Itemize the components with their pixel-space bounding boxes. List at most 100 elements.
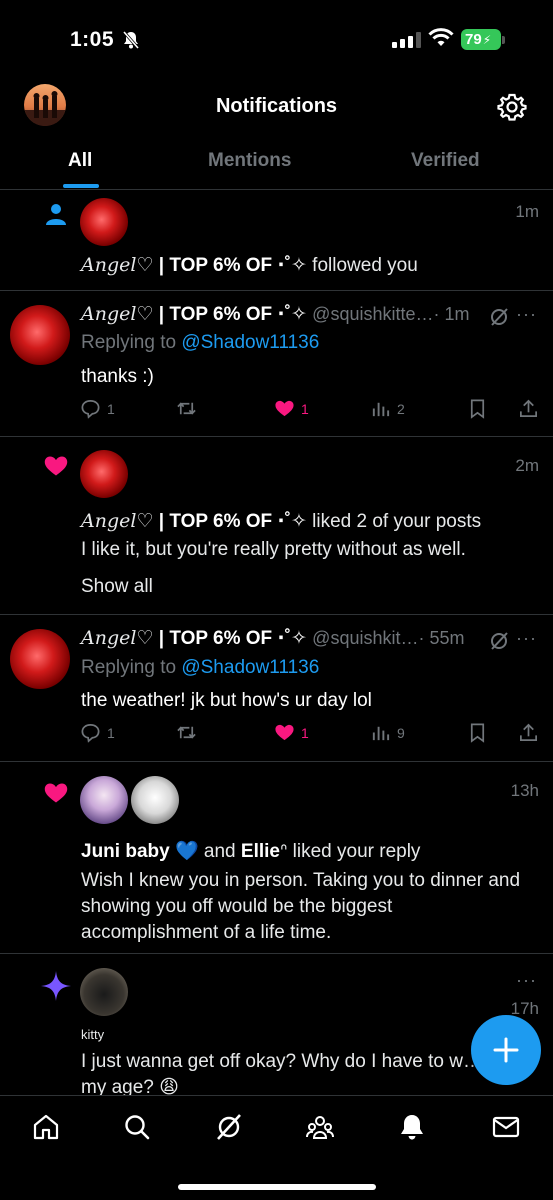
bookmark-icon [470, 723, 485, 743]
heart-icon [44, 783, 68, 803]
user-name[interactable]: Angel♡ [81, 510, 153, 532]
user-name[interactable]: Ellie [241, 841, 280, 862]
tab-all[interactable]: All [68, 150, 92, 172]
grok-icon[interactable] [488, 630, 510, 652]
heart-icon [44, 456, 68, 476]
share-icon [520, 723, 537, 741]
communities-icon[interactable] [305, 1112, 335, 1142]
user-name[interactable]: Angel♡ [81, 254, 153, 276]
more-options-icon[interactable]: ··· [516, 304, 537, 325]
replying-prefix: Replying to [81, 657, 182, 678]
bookmark-button[interactable] [467, 398, 488, 419]
bell-slash-icon [122, 31, 140, 49]
notification-reply[interactable]: Angel♡ | TOP 6% OF ⋅˚✧ @squishkitte…· 1m… [0, 291, 553, 437]
post-actions: 1 1 2 [80, 398, 540, 422]
user-name[interactable]: kitty [81, 1027, 104, 1042]
gear-icon[interactable] [497, 92, 527, 122]
notification-like[interactable]: 2m Angel♡ | TOP 6% OF ⋅˚✧ liked 2 of you… [0, 437, 553, 615]
sparkle-icon [41, 971, 71, 1001]
repost-button[interactable] [176, 398, 197, 419]
share-button[interactable] [518, 398, 539, 419]
replying-to: Replying to @Shadow11136 [81, 657, 319, 679]
reply-count: 1 [107, 724, 115, 741]
user-badge: | TOP 6% OF ⋅˚✧ [153, 511, 307, 532]
bookmark-button[interactable] [467, 722, 488, 743]
user-handle[interactable]: @squishkit… [312, 628, 418, 648]
more-options-icon[interactable]: ··· [516, 970, 537, 991]
compose-button[interactable] [471, 1015, 541, 1085]
notification-follow[interactable]: 1m Angel♡ | TOP 6% OF ⋅˚✧ followed you [0, 190, 553, 291]
mail-icon[interactable] [491, 1112, 521, 1142]
share-button[interactable] [518, 722, 539, 743]
user-badge: | TOP 6% OF ⋅˚✧ [153, 628, 307, 649]
notification-text: Angel♡ | TOP 6% OF ⋅˚✧ liked 2 of your p… [81, 510, 481, 533]
notification-action: liked your reply [287, 841, 421, 862]
reply-button[interactable]: 1 [80, 722, 115, 743]
grok-icon[interactable] [214, 1112, 244, 1142]
like-button[interactable]: 1 [274, 722, 309, 743]
like-button[interactable]: 1 [274, 398, 309, 419]
user-name[interactable]: Juni baby 💙 [81, 841, 199, 862]
show-all-link[interactable]: Show all [81, 576, 153, 598]
avatar[interactable] [80, 776, 128, 824]
views-icon [372, 726, 390, 741]
post-header: Angel♡ | TOP 6% OF ⋅˚✧ @squishkitte…· 1m [81, 303, 470, 326]
bookmark-icon [470, 399, 485, 419]
avatar[interactable] [80, 968, 128, 1016]
post-time: · 1m [433, 304, 470, 324]
bell-icon[interactable] [397, 1112, 427, 1142]
search-icon[interactable] [122, 1112, 152, 1142]
battery-cap [502, 36, 505, 44]
like-count: 1 [301, 400, 309, 417]
views-button[interactable]: 2 [370, 398, 405, 419]
notification-action: followed you [306, 255, 418, 276]
notification-reply[interactable]: Angel♡ | TOP 6% OF ⋅˚✧ @squishkit…· 55m … [0, 615, 553, 762]
post-actions: 1 1 9 [80, 722, 540, 746]
active-tab-indicator [63, 184, 99, 188]
heart-filled-icon [275, 724, 294, 741]
reply-button[interactable]: 1 [80, 398, 115, 419]
page-title: Notifications [215, 95, 338, 117]
post-text: thanks :) [81, 366, 154, 387]
home-indicator[interactable] [178, 1184, 376, 1190]
replying-to-handle[interactable]: @Shadow11136 [181, 657, 319, 678]
post-text: the weather! jk but how's ur day lol [81, 690, 372, 711]
person-icon [46, 204, 66, 225]
notification-highlight[interactable]: ··· 17h kitty I just wanna get off okay?… [0, 954, 553, 1098]
avatar[interactable] [10, 629, 70, 689]
replying-prefix: Replying to [81, 332, 182, 353]
views-button[interactable]: 9 [370, 722, 405, 743]
more-options-icon[interactable]: ··· [516, 628, 537, 649]
post-time: · 55m [418, 628, 465, 648]
user-handle[interactable]: @squishkitte… [312, 304, 433, 324]
avatar[interactable] [10, 305, 70, 365]
replying-to-handle[interactable]: @Shadow11136 [181, 332, 319, 353]
notification-like[interactable]: 13h Juni baby 💙 and Ellieᐢ liked your re… [0, 762, 553, 954]
replying-to: Replying to @Shadow11136 [81, 332, 319, 354]
notification-time: 13h [510, 781, 539, 800]
status-bar: 1:05 79 ⚡ [0, 0, 553, 80]
post-preview: Wish I knew you in person. Taking you to… [81, 870, 521, 943]
avatar[interactable] [80, 450, 128, 498]
post-preview: I just wanna get off okay? Why do I have… [81, 1051, 482, 1098]
notification-text: Juni baby 💙 and Ellieᐢ liked your reply [81, 839, 420, 863]
home-icon[interactable] [31, 1112, 61, 1142]
repost-button[interactable] [176, 722, 197, 743]
grok-icon[interactable] [488, 306, 510, 328]
wifi-icon [428, 28, 454, 46]
charging-icon: ⚡ [482, 32, 492, 47]
notification-text: Angel♡ | TOP 6% OF ⋅˚✧ followed you [81, 254, 418, 277]
user-badge: | TOP 6% OF ⋅˚✧ [153, 304, 307, 325]
plus-icon [493, 1037, 519, 1063]
avatar[interactable] [131, 776, 179, 824]
tab-mentions[interactable]: Mentions [208, 150, 291, 172]
status-time: 1:05 [70, 28, 115, 51]
tab-verified[interactable]: Verified [411, 150, 480, 172]
avatar[interactable] [80, 198, 128, 246]
user-name[interactable]: Angel♡ [81, 627, 153, 649]
post-preview: I like it, but you're really pretty with… [81, 539, 466, 560]
views-count: 9 [397, 724, 405, 741]
reply-count: 1 [107, 400, 115, 417]
repost-icon [177, 726, 196, 739]
user-name[interactable]: Angel♡ [81, 303, 153, 325]
